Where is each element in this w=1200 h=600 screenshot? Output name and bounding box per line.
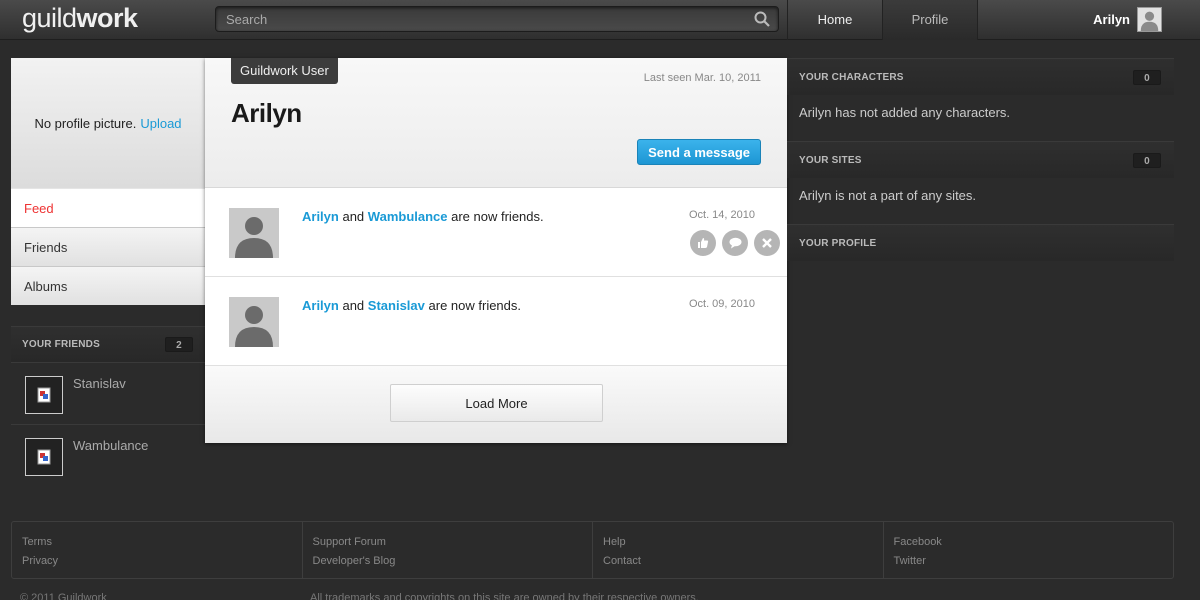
upload-link[interactable]: Upload <box>140 116 181 131</box>
friends-count-badge: 2 <box>165 337 193 352</box>
search-input[interactable] <box>216 7 736 31</box>
profile-section-title: YOUR PROFILE <box>799 237 877 249</box>
nav-home[interactable]: Home <box>787 0 882 40</box>
footer: Terms Privacy Support Forum Developer's … <box>11 521 1174 579</box>
profile-name: Arilyn <box>231 98 302 128</box>
friends-title: YOUR FRIENDS <box>22 339 100 350</box>
feed-conj: and <box>342 209 365 224</box>
feed-friend-link[interactable]: Stanislav <box>368 298 425 313</box>
left-column: No profile picture. Upload Feed Friends … <box>11 58 205 305</box>
characters-header: YOUR CHARACTERS 0 <box>787 58 1174 95</box>
user-avatar-placeholder-icon[interactable] <box>229 208 279 258</box>
friends-panel: YOUR FRIENDS 2 Stanislav Wambulance <box>11 326 205 486</box>
footer-column: Help Contact <box>593 522 884 578</box>
feed-conj: and <box>342 298 365 313</box>
feed-date: Oct. 09, 2010 <box>688 298 755 310</box>
sites-title: YOUR SITES <box>799 154 862 166</box>
footer-link-developers-blog[interactable]: Developer's Blog <box>313 552 583 571</box>
no-picture-text: No profile picture. <box>34 115 137 131</box>
characters-count-badge: 0 <box>1133 69 1161 85</box>
user-role-tag: Guildwork User <box>231 58 338 84</box>
friend-name[interactable]: Wambulance <box>73 438 148 453</box>
footer-column: Support Forum Developer's Blog <box>303 522 593 578</box>
nav-profile[interactable]: Profile <box>882 0 978 40</box>
right-column: YOUR CHARACTERS 0 Arilyn has not added a… <box>787 58 1174 261</box>
comment-icon[interactable] <box>722 230 748 256</box>
broken-image-icon[interactable] <box>25 438 63 476</box>
load-more-area: Load More <box>205 366 787 443</box>
user-avatar-placeholder-icon[interactable] <box>229 297 279 347</box>
trademark-notice: All trademarks and copyrights on this si… <box>310 592 699 600</box>
copyright: © 2011 Guildwork <box>20 592 107 600</box>
search-box <box>215 6 779 32</box>
footer-link-facebook[interactable]: Facebook <box>894 533 1164 552</box>
feed-item: Arilyn and Wambulance are now friends. O… <box>205 188 787 277</box>
send-message-button[interactable]: Send a message <box>637 139 761 165</box>
thumbs-up-icon[interactable] <box>690 230 716 256</box>
logo[interactable]: guildwork <box>22 3 138 34</box>
feed-date: Oct. 14, 2010 <box>688 209 755 221</box>
logo-text-bold: work <box>76 3 139 33</box>
friend-item[interactable]: Wambulance <box>11 424 205 486</box>
user-avatar[interactable] <box>1137 7 1162 32</box>
feed-rest: are now friends. <box>451 209 544 224</box>
characters-title: YOUR CHARACTERS <box>799 71 904 83</box>
feed-text: Arilyn and Wambulance are now friends. <box>302 209 544 224</box>
footer-link-support-forum[interactable]: Support Forum <box>313 533 583 552</box>
footer-link-contact[interactable]: Contact <box>603 552 873 571</box>
characters-note: Arilyn has not added any characters. <box>799 105 1011 120</box>
top-bar: guildwork Home Profile Arilyn <box>0 0 1200 40</box>
feed-item: Arilyn and Stanislav are now friends. Oc… <box>205 277 787 366</box>
feed-rest: are now friends. <box>428 298 522 313</box>
avatar-silhouette-icon <box>1138 8 1161 31</box>
footer-link-twitter[interactable]: Twitter <box>894 552 1164 571</box>
current-user-name[interactable]: Arilyn <box>1093 12 1130 27</box>
load-more-button[interactable]: Load More <box>390 384 603 422</box>
subnav-feed[interactable]: Feed <box>11 188 205 227</box>
profile-picture-placeholder: No profile picture. Upload <box>11 58 205 188</box>
profile-section-header: YOUR PROFILE <box>787 224 1174 261</box>
feed-actor-link[interactable]: Arilyn <box>302 209 339 224</box>
sites-note: Arilyn is not a part of any sites. <box>799 188 977 203</box>
footer-link-privacy[interactable]: Privacy <box>22 552 292 571</box>
profile-header: Guildwork User Last seen Mar. 10, 2011 A… <box>205 58 787 188</box>
search-icon[interactable] <box>754 11 770 27</box>
sites-count-badge: 0 <box>1133 152 1161 168</box>
subnav-friends[interactable]: Friends <box>11 227 205 266</box>
friend-item[interactable]: Stanislav <box>11 362 205 424</box>
feed-friend-link[interactable]: Wambulance <box>368 209 448 224</box>
feed-actor-link[interactable]: Arilyn <box>302 298 339 313</box>
profile-card: Guildwork User Last seen Mar. 10, 2011 A… <box>205 58 787 443</box>
friend-name[interactable]: Stanislav <box>73 376 126 391</box>
sites-header: YOUR SITES 0 <box>787 141 1174 178</box>
footer-column: Terms Privacy <box>12 522 303 578</box>
subnav-albums[interactable]: Albums <box>11 266 205 305</box>
footer-link-terms[interactable]: Terms <box>22 533 292 552</box>
footer-link-help[interactable]: Help <box>603 533 873 552</box>
broken-image-icon[interactable] <box>25 376 63 414</box>
logo-text-light: guild <box>22 3 77 33</box>
close-icon[interactable] <box>754 230 780 256</box>
feed-text: Arilyn and Stanislav are now friends. <box>302 298 521 313</box>
last-seen: Last seen Mar. 10, 2011 <box>643 72 761 84</box>
footer-column: Facebook Twitter <box>884 522 1174 578</box>
friends-header: YOUR FRIENDS 2 <box>11 326 205 362</box>
feed-actions <box>690 230 780 256</box>
